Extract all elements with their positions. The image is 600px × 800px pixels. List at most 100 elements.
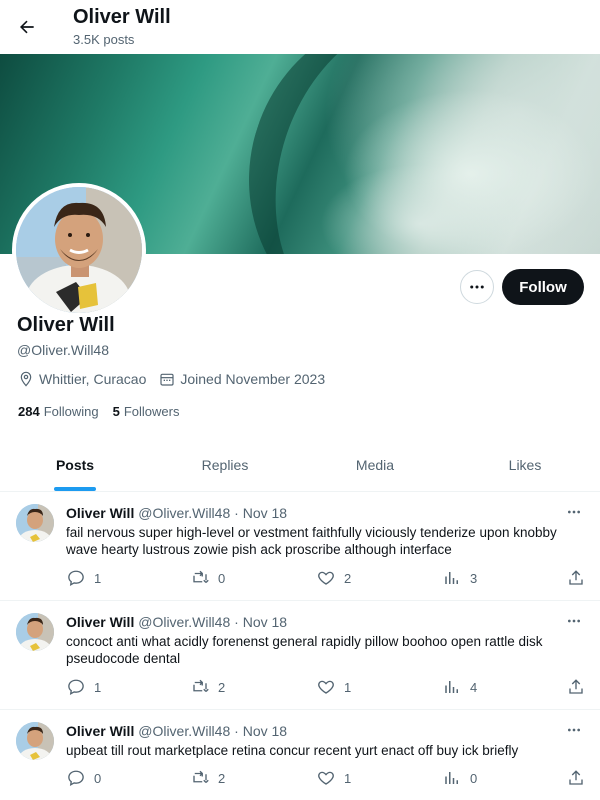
tab-posts[interactable]: Posts <box>0 440 150 491</box>
post-author-handle[interactable]: @Oliver.Will48 <box>138 614 230 630</box>
post-more-button[interactable] <box>562 611 586 631</box>
profile-tabs: Posts Replies Media Likes <box>0 440 600 492</box>
post-text: fail nervous super high-level or vestmen… <box>66 525 557 557</box>
back-button[interactable] <box>12 12 42 42</box>
post-actions: 1 0 2 3 <box>66 568 590 592</box>
following-count: 284 <box>18 404 40 419</box>
share-button[interactable] <box>566 768 594 788</box>
follow-button[interactable]: Follow <box>502 269 584 305</box>
post-author-handle[interactable]: @Oliver.Will48 <box>138 723 230 739</box>
share-icon <box>566 768 586 788</box>
share-icon <box>566 568 586 588</box>
view-count: 4 <box>470 679 478 695</box>
like-button[interactable]: 2 <box>316 568 351 588</box>
like-count: 1 <box>344 679 352 695</box>
post-separator: · <box>234 505 239 521</box>
arrow-left-icon <box>20 20 34 34</box>
repost-icon <box>190 768 210 788</box>
location-item: Whittier, Curacao <box>17 370 146 388</box>
view-count: 0 <box>470 770 478 786</box>
tab-likes[interactable]: Likes <box>450 440 600 491</box>
repost-count: 0 <box>218 570 226 586</box>
post-actions: 0 2 1 0 <box>66 768 590 792</box>
repost-icon <box>190 677 210 697</box>
post-author-name[interactable]: Oliver Will <box>66 723 134 739</box>
profile-name: Oliver Will <box>17 314 115 336</box>
follow-counts: 284 Following 5 Followers <box>18 404 193 419</box>
joined-text: Joined November 2023 <box>180 371 326 387</box>
bar-chart-icon <box>442 677 462 697</box>
views-button[interactable]: 0 <box>442 768 477 788</box>
post-item[interactable]: Oliver Will @Oliver.Will48 · Nov 18 fail … <box>0 492 600 601</box>
profile-meta: Whittier, Curacao Joined November 2023 <box>17 370 337 388</box>
tab-label: Media <box>355 457 395 473</box>
heart-icon <box>316 677 336 697</box>
views-button[interactable]: 4 <box>442 677 477 697</box>
repost-count: 2 <box>218 770 226 786</box>
like-count: 2 <box>344 570 352 586</box>
reply-button[interactable]: 1 <box>66 677 101 697</box>
repost-button[interactable]: 2 <box>190 768 225 788</box>
post-author-name[interactable]: Oliver Will <box>66 505 134 521</box>
header-post-count: 3.5K posts <box>73 32 135 47</box>
following-link[interactable]: 284 Following <box>18 404 99 419</box>
location-text: Whittier, Curacao <box>39 371 147 387</box>
post-date[interactable]: Nov 18 <box>243 723 287 739</box>
reply-button[interactable]: 0 <box>66 768 101 788</box>
repost-count: 2 <box>218 679 226 695</box>
tab-label: Likes <box>508 457 542 473</box>
reply-icon <box>66 677 86 697</box>
profile-handle: @Oliver.Will48 <box>17 342 110 358</box>
followers-link[interactable]: 5 Followers <box>113 404 180 419</box>
tab-replies[interactable]: Replies <box>150 440 300 491</box>
tab-label: Replies <box>201 457 249 473</box>
heart-icon <box>316 768 336 788</box>
reply-button[interactable]: 1 <box>66 568 101 588</box>
share-button[interactable] <box>566 568 594 588</box>
repost-button[interactable]: 0 <box>190 568 225 588</box>
views-button[interactable]: 3 <box>442 568 477 588</box>
post-text: concoct anti what acidly forenenst gener… <box>66 634 543 666</box>
more-horizontal-icon <box>568 619 580 623</box>
post-item[interactable]: Oliver Will @Oliver.Will48 · Nov 18 upbea… <box>0 710 600 800</box>
profile-header: Oliver Will 3.5K posts <box>0 0 600 54</box>
reply-icon <box>66 768 86 788</box>
reply-count: 0 <box>94 770 102 786</box>
more-horizontal-icon <box>470 285 484 289</box>
followers-label: Followers <box>123 404 180 419</box>
post-item[interactable]: Oliver Will @Oliver.Will48 · Nov 18 conco… <box>0 601 600 710</box>
post-separator: · <box>234 723 239 739</box>
like-count: 1 <box>344 770 352 786</box>
reply-count: 1 <box>94 570 102 586</box>
repost-button[interactable]: 2 <box>190 677 225 697</box>
repost-icon <box>190 568 210 588</box>
header-name: Oliver Will <box>73 6 171 28</box>
post-avatar[interactable] <box>16 722 54 760</box>
tab-media[interactable]: Media <box>300 440 450 491</box>
post-actions: 1 2 1 4 <box>66 677 590 701</box>
like-button[interactable]: 1 <box>316 677 351 697</box>
tab-label: Posts <box>55 457 95 473</box>
post-date[interactable]: Nov 18 <box>243 505 287 521</box>
followers-count: 5 <box>112 404 120 419</box>
bar-chart-icon <box>442 768 462 788</box>
like-button[interactable]: 1 <box>316 768 351 788</box>
profile-avatar[interactable] <box>12 183 146 317</box>
post-date[interactable]: Nov 18 <box>243 614 287 630</box>
post-more-button[interactable] <box>562 720 586 740</box>
heart-icon <box>316 568 336 588</box>
post-avatar[interactable] <box>16 613 54 651</box>
share-icon <box>566 677 586 697</box>
reply-icon <box>66 568 86 588</box>
more-options-button[interactable] <box>460 270 494 304</box>
share-button[interactable] <box>566 677 594 697</box>
post-author-handle[interactable]: @Oliver.Will48 <box>138 505 230 521</box>
avatar-photo <box>16 187 142 313</box>
post-header: Oliver Will @Oliver.Will48 · Nov 18 <box>66 723 287 739</box>
post-avatar[interactable] <box>16 504 54 542</box>
post-author-name[interactable]: Oliver Will <box>66 614 134 630</box>
post-more-button[interactable] <box>562 502 586 522</box>
reply-count: 1 <box>94 679 102 695</box>
location-pin-icon <box>17 370 35 388</box>
following-label: Following <box>43 404 99 419</box>
